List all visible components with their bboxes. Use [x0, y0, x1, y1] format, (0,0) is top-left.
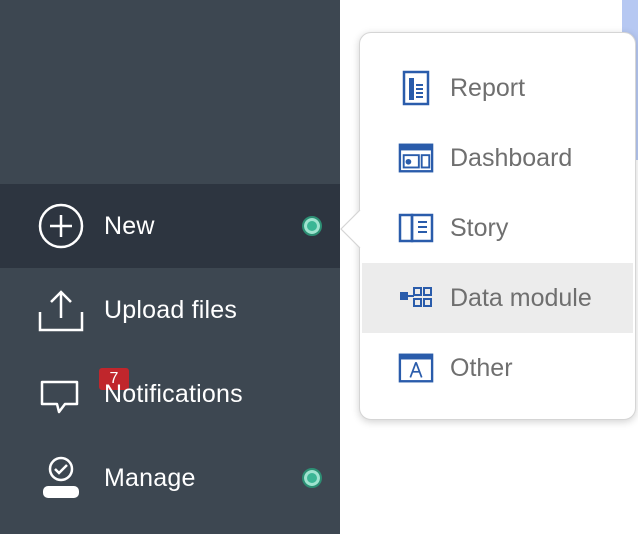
new-menu-popover: Report Dashboard Story Data module Other [359, 32, 636, 420]
sidebar-item-label: Upload files [104, 295, 238, 324]
sidebar-item-label: New [104, 211, 155, 240]
menu-item-label: Dashboard [450, 143, 573, 172]
sidebar-item-manage[interactable]: Manage [0, 436, 340, 520]
story-icon [398, 210, 434, 246]
plus-circle-icon [37, 202, 85, 250]
upload-icon [37, 286, 85, 334]
menu-item-report[interactable]: Report [362, 53, 633, 123]
menu-item-other[interactable]: Other [362, 333, 633, 403]
sidebar-item-notifications[interactable]: 7 Notifications [0, 352, 340, 436]
dashboard-icon [398, 140, 434, 176]
menu-item-story[interactable]: Story [362, 193, 633, 263]
popover-arrow [340, 209, 361, 248]
sidebar-item-label: Notifications [104, 379, 243, 408]
report-icon [398, 70, 434, 106]
chat-icon: 7 [37, 368, 129, 418]
sidebar-item-new[interactable]: New [0, 184, 340, 268]
sidebar-item-upload-files[interactable]: Upload files [0, 268, 340, 352]
menu-item-label: Data module [450, 283, 592, 312]
menu-item-label: Story [450, 213, 509, 242]
data-module-icon [398, 280, 434, 316]
menu-item-dashboard[interactable]: Dashboard [362, 123, 633, 193]
user-check-icon [37, 454, 85, 502]
sidebar-item-label: Manage [104, 463, 196, 492]
other-icon [398, 350, 434, 386]
menu-item-label: Other [450, 353, 513, 382]
menu-item-data-module[interactable]: Data module [362, 263, 633, 333]
status-indicator [302, 216, 322, 236]
menu-item-label: Report [450, 73, 526, 102]
sidebar: New Upload files 7 Notifications Manage [0, 0, 340, 534]
status-indicator [302, 468, 322, 488]
